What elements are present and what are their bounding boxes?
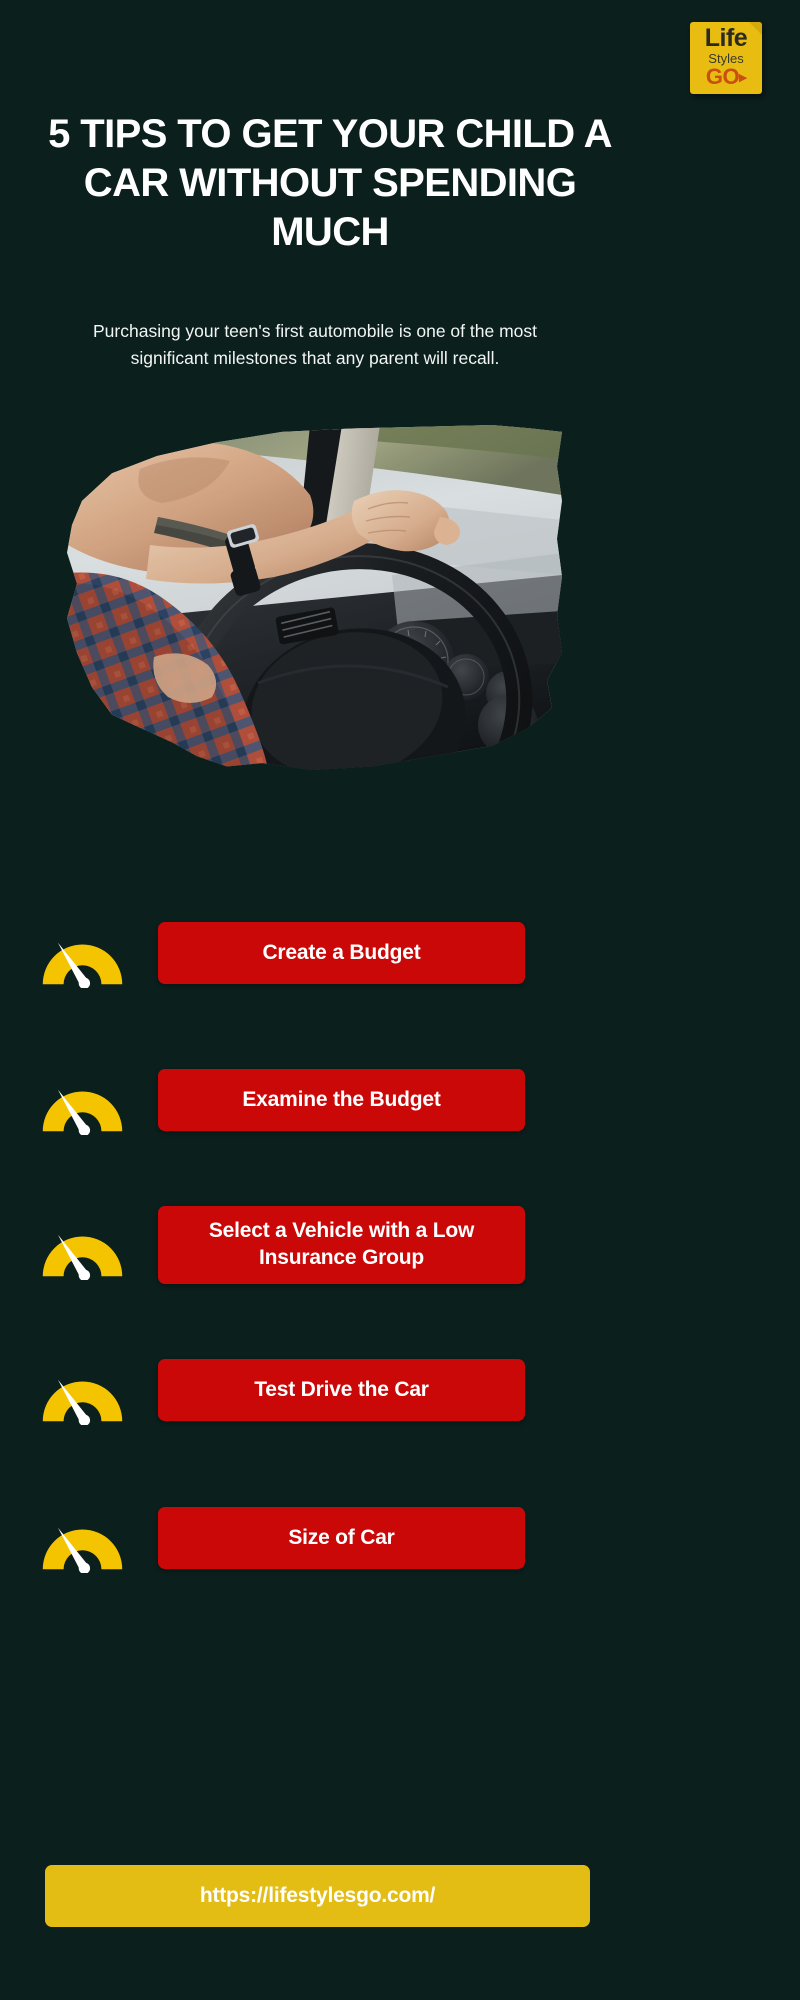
gauge-icon bbox=[35, 1355, 130, 1425]
tip-button-4[interactable]: Test Drive the Car bbox=[158, 1359, 525, 1421]
tip-row-1: Create a Budget bbox=[35, 905, 525, 1001]
logo-go-word: GO bbox=[705, 64, 740, 89]
tip-row-2: Examine the Budget bbox=[35, 1052, 525, 1148]
play-arrow-icon: ▸ bbox=[739, 69, 747, 86]
tip-button-1[interactable]: Create a Budget bbox=[158, 922, 525, 984]
tip-row-5: Size of Car bbox=[35, 1490, 525, 1586]
brand-logo[interactable]: Life Styles GO▸ bbox=[690, 22, 762, 94]
hero-image-photo bbox=[67, 425, 562, 770]
page-subtitle: Purchasing your teen's first automobile … bbox=[93, 321, 537, 368]
hero-image-container bbox=[62, 425, 562, 770]
tip-row-4: Test Drive the Car bbox=[35, 1342, 525, 1438]
tip-button-2[interactable]: Examine the Budget bbox=[158, 1069, 525, 1131]
tip-button-3[interactable]: Select a Vehicle with a Low Insurance Gr… bbox=[158, 1206, 525, 1284]
logo-text-life: Life bbox=[704, 24, 748, 52]
page-title: 5 TIPS TO GET YOUR CHILD A CAR WITHOUT S… bbox=[48, 112, 612, 254]
website-url-button[interactable]: https://lifestylesgo.com/ bbox=[45, 1865, 590, 1927]
gauge-icon bbox=[35, 1210, 130, 1280]
gauge-icon bbox=[35, 1503, 130, 1573]
gauge-icon bbox=[35, 918, 130, 988]
logo-text-go: GO▸ bbox=[690, 66, 762, 88]
tip-button-5[interactable]: Size of Car bbox=[158, 1507, 525, 1569]
gauge-icon bbox=[35, 1065, 130, 1135]
tip-row-3: Select a Vehicle with a Low Insurance Gr… bbox=[35, 1197, 525, 1293]
infographic-poster: Life Styles GO▸ 5 TIPS TO GET YOUR CHILD… bbox=[0, 0, 800, 2000]
